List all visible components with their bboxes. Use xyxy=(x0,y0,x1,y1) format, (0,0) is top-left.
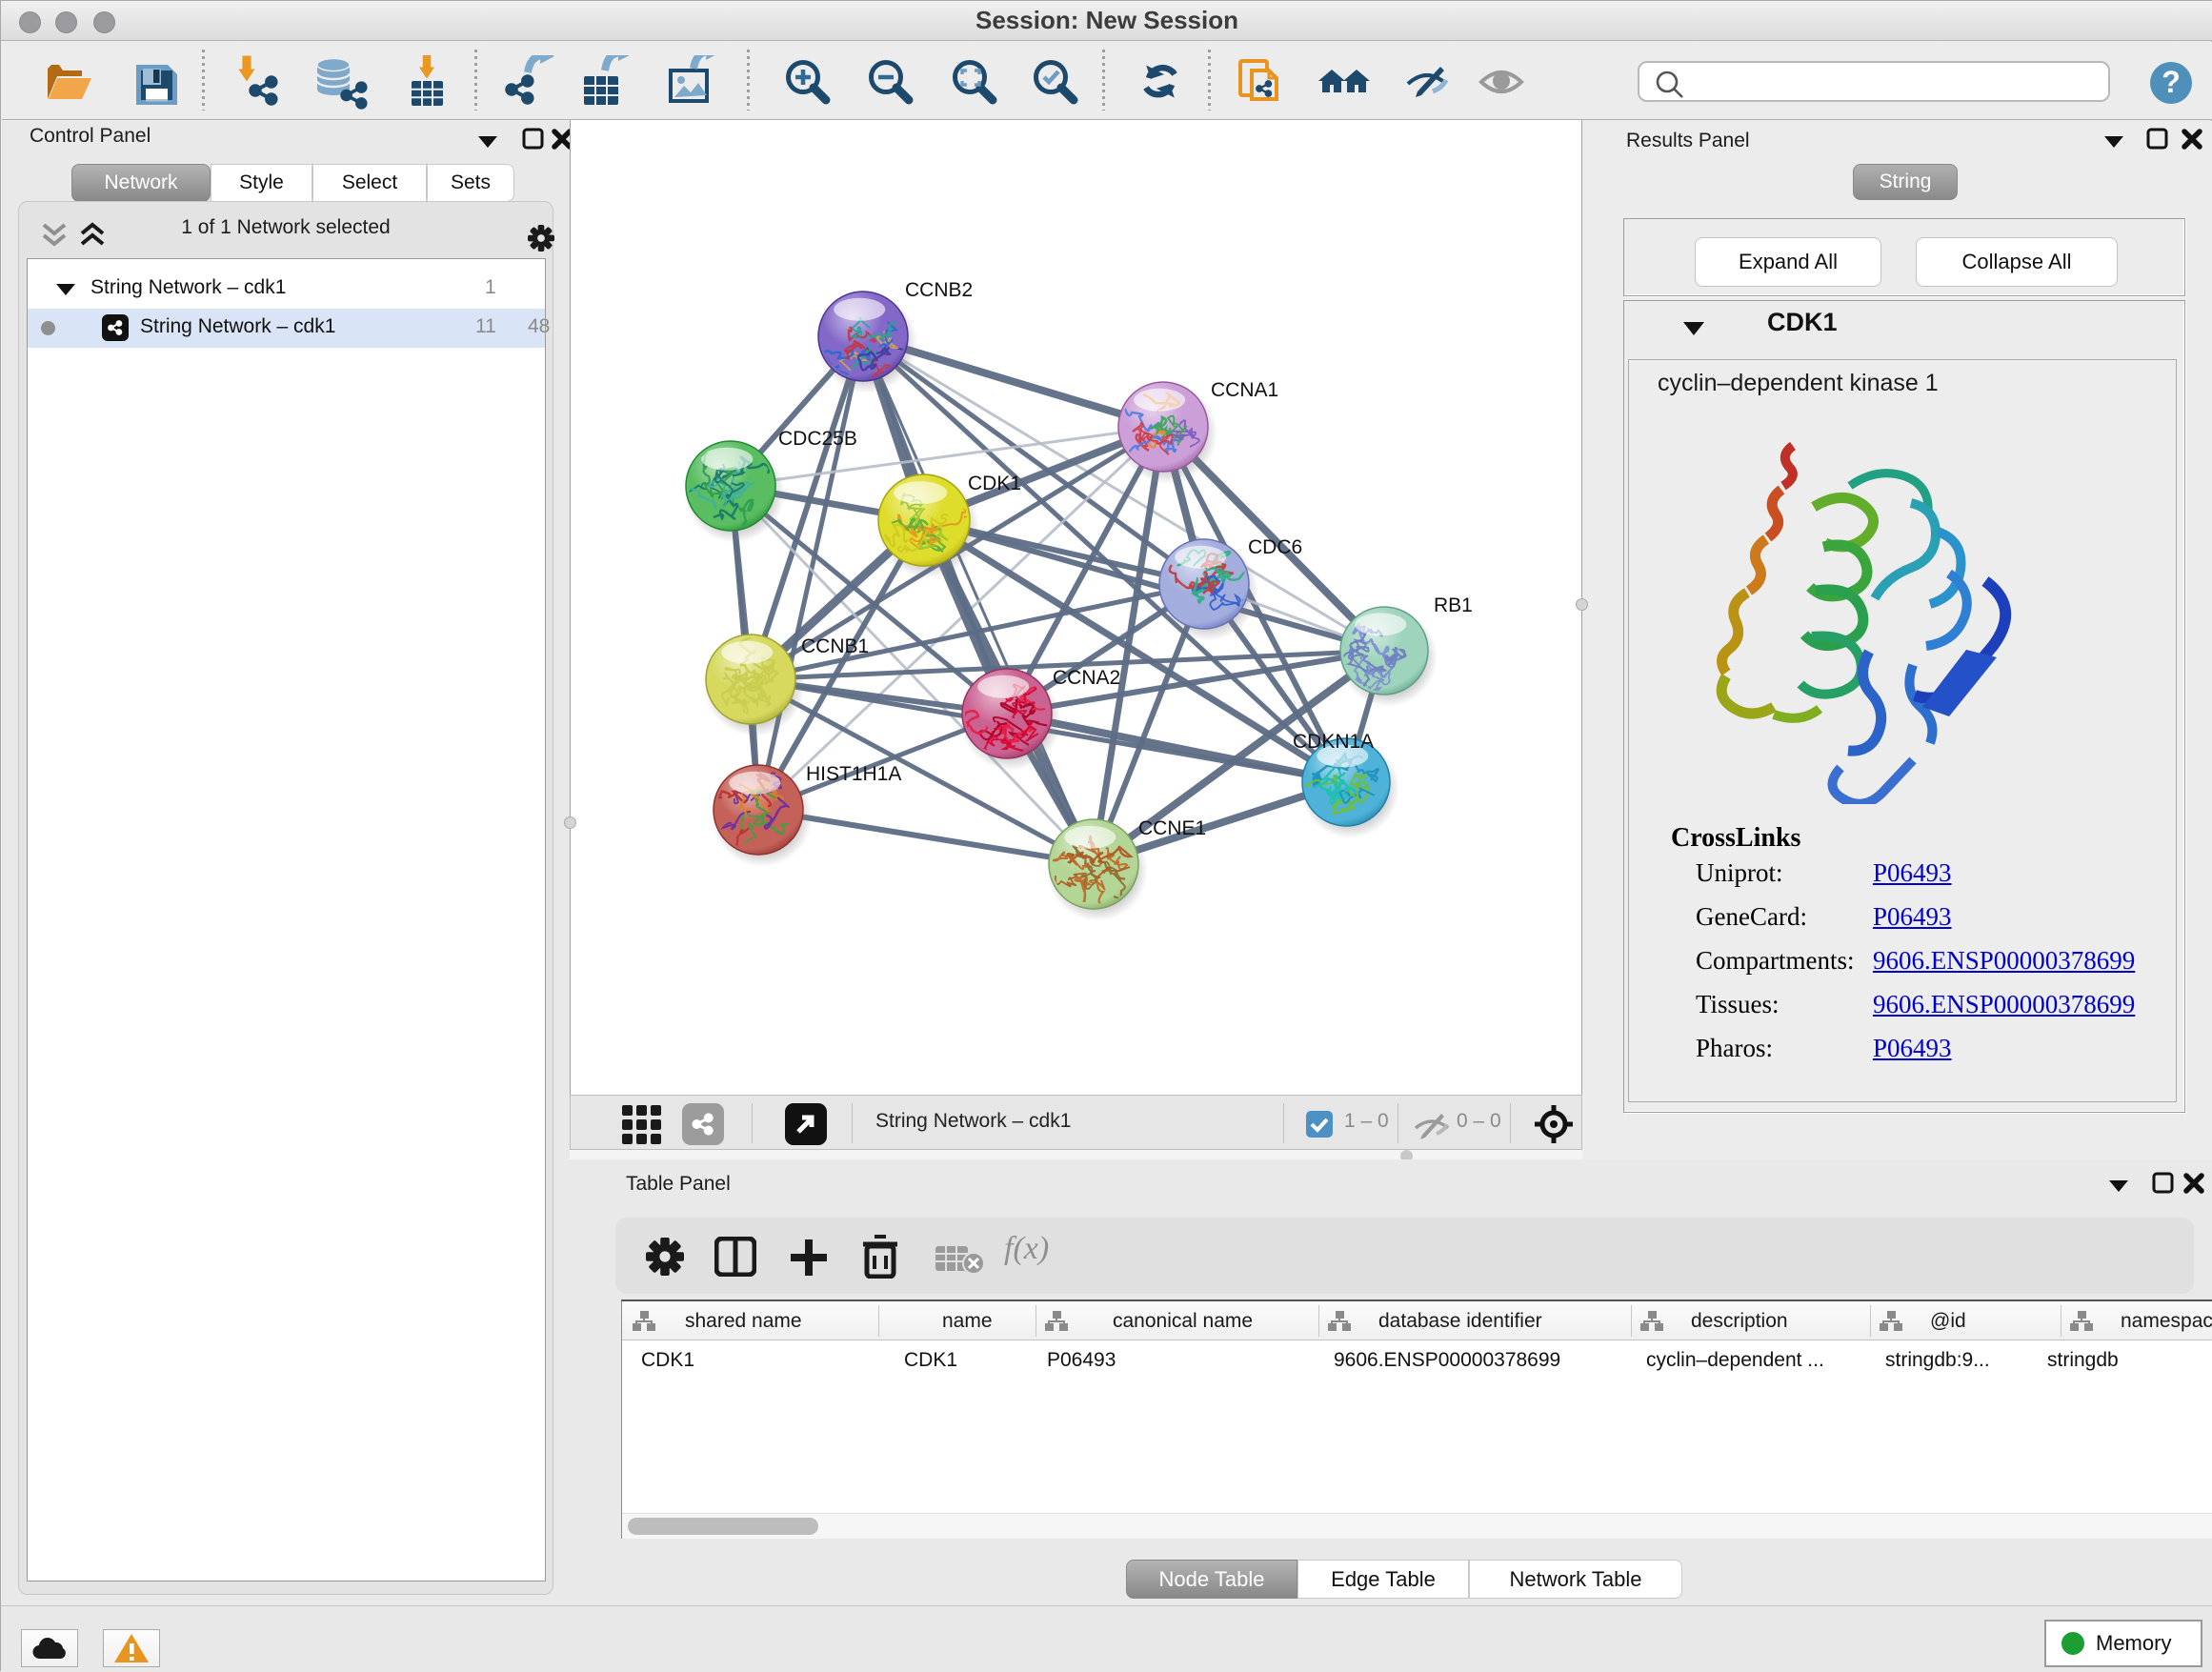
svg-text:HIST1H1A: HIST1H1A xyxy=(806,763,901,785)
svg-text:CCNA1: CCNA1 xyxy=(1211,379,1278,401)
svg-text:CCNB2: CCNB2 xyxy=(905,279,973,301)
svg-text:?: ? xyxy=(2162,65,2181,99)
svg-text:CDC6: CDC6 xyxy=(1248,536,1302,558)
svg-text:CCNE1: CCNE1 xyxy=(1138,817,1206,839)
svg-text:CCNB1: CCNB1 xyxy=(801,635,869,657)
svg-text:CDK1: CDK1 xyxy=(968,473,1021,494)
svg-text:CDC25B: CDC25B xyxy=(778,428,857,450)
svg-text:CDKN1A: CDKN1A xyxy=(1293,731,1374,753)
svg-text:RB1: RB1 xyxy=(1434,594,1473,616)
svg-text:CCNA2: CCNA2 xyxy=(1053,667,1120,689)
